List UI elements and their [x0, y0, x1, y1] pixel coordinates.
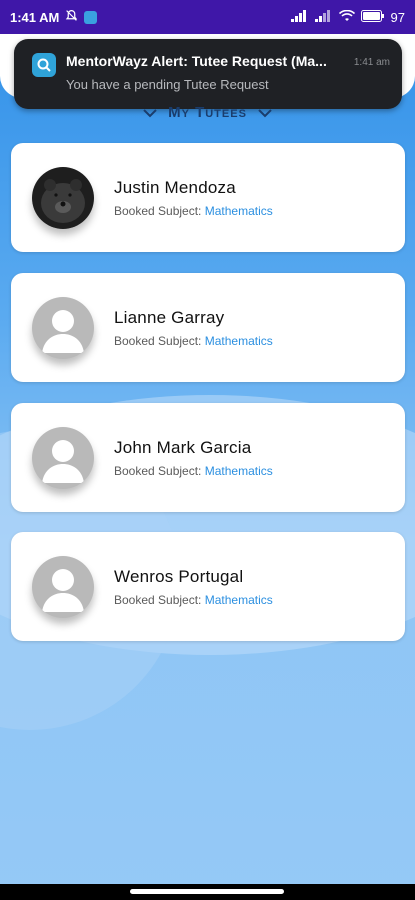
- subject-value: Mathematics: [204, 203, 273, 218]
- wifi-icon: [338, 9, 355, 25]
- default-user-icon: [32, 426, 94, 489]
- battery-percent: 97: [390, 9, 405, 25]
- chevron-down-icon: [258, 105, 272, 122]
- tutee-card[interactable]: Lianne Garray Booked Subject: Mathematic…: [11, 273, 405, 382]
- subject-value: Mathematics: [204, 592, 273, 607]
- subject-value: Mathematics: [204, 463, 273, 478]
- battery-icon: [360, 9, 385, 25]
- chevron-down-icon: [143, 105, 157, 122]
- tutee-card[interactable]: Wenros Portugal Booked Subject: Mathemat…: [11, 532, 405, 641]
- subject-label: Booked Subject:: [114, 203, 202, 218]
- bell-off-icon: [65, 9, 78, 25]
- bear-avatar: [32, 166, 94, 229]
- tutee-name: Justin Mendoza: [114, 177, 236, 197]
- notification-title: MentorWayz Alert: Tutee Request (Ma...: [66, 53, 327, 69]
- status-bar: 1:41 AM 97: [0, 0, 415, 34]
- push-notification[interactable]: MentorWayz Alert: Tutee Request (Ma... Y…: [14, 39, 402, 109]
- default-user-icon: [32, 555, 94, 618]
- dropdown-label: My Tutees: [168, 104, 247, 121]
- subject-label: Booked Subject:: [114, 333, 202, 348]
- tutee-name: Wenros Portugal: [114, 566, 244, 586]
- home-gesture-pill[interactable]: [130, 889, 284, 894]
- tutee-card[interactable]: Justin Mendoza Booked Subject: Mathemati…: [11, 143, 405, 252]
- tutee-card[interactable]: John Mark Garcia Booked Subject: Mathema…: [11, 403, 405, 512]
- status-time: 1:41 AM: [10, 9, 60, 25]
- signal-icon: [290, 9, 309, 25]
- subject-label: Booked Subject:: [114, 463, 202, 478]
- signal-icon: [314, 9, 333, 25]
- tutee-name: Lianne Garray: [114, 307, 225, 327]
- mentorwayz-app-icon: [32, 53, 56, 77]
- notification-time: 1:41 am: [353, 57, 390, 68]
- notification-text: You have a pending Tutee Request: [66, 77, 269, 92]
- tutees-dropdown[interactable]: My Tutees: [0, 104, 415, 122]
- subject-label: Booked Subject:: [114, 592, 202, 607]
- tutee-name: John Mark Garcia: [114, 437, 252, 457]
- subject-value: Mathematics: [204, 333, 273, 348]
- default-user-icon: [32, 296, 94, 359]
- app-notification-icon: [84, 10, 98, 24]
